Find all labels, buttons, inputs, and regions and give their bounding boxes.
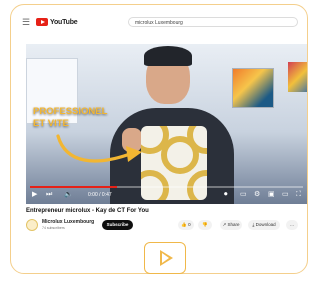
progress-fill: [30, 186, 118, 188]
settings-icon[interactable]: ⚙: [254, 191, 260, 199]
menu-icon[interactable]: ☰: [22, 18, 30, 27]
share-label: Share: [227, 222, 240, 227]
subscribe-button[interactable]: Subscribe: [102, 220, 133, 230]
dislike-button[interactable]: 👎: [198, 220, 212, 230]
like-button[interactable]: 👍 0: [178, 220, 194, 230]
play-video-button-icon[interactable]: [144, 242, 186, 274]
video-player[interactable]: PROFESSIONEL ET VITE: [26, 44, 307, 204]
video-overlay-caption: PROFESSIONEL ET VITE: [33, 106, 108, 129]
fullscreen-icon[interactable]: ⛶: [296, 191, 301, 199]
subscriber-count: 74 subscribers: [42, 226, 65, 230]
captions-icon[interactable]: ▭: [240, 191, 247, 199]
play-icon[interactable]: ▶: [32, 191, 37, 199]
overlay-arrow-icon: [56, 134, 142, 163]
presenter-beanie: [144, 46, 192, 66]
progress-bar[interactable]: [30, 186, 303, 188]
volume-icon[interactable]: 🔈: [64, 191, 73, 199]
like-count: 0: [188, 222, 191, 227]
youtube-wordmark: YouTube: [50, 18, 78, 26]
wall-painting-small: [288, 62, 307, 92]
download-button[interactable]: ⤓ Download: [248, 220, 280, 230]
next-icon[interactable]: ⏭: [46, 191, 52, 199]
time-display: 0:00 / 0:47: [88, 192, 112, 198]
channel-name[interactable]: Microlux Luxembourg: [42, 219, 94, 225]
youtube-play-logo-icon: [36, 18, 48, 26]
youtube-header: ☰ YouTube microlux Luxembourg: [22, 15, 302, 31]
wall-painting: [232, 68, 274, 108]
theater-icon[interactable]: ▭: [282, 191, 289, 199]
autoplay-toggle-icon[interactable]: ⏺: [224, 191, 228, 199]
channel-avatar[interactable]: [26, 219, 38, 231]
youtube-logo[interactable]: YouTube: [36, 18, 78, 26]
share-button[interactable]: ↗ Share: [220, 220, 242, 230]
channel-row: Microlux Luxembourg 74 subscribers Subsc…: [26, 218, 307, 232]
download-label: Download: [255, 222, 276, 227]
more-button[interactable]: …: [286, 220, 298, 230]
miniplayer-icon[interactable]: ▣: [268, 191, 275, 199]
player-controls: ▶ ⏭ 🔈 0:00 / 0:47 ⏺ ▭ ⚙ ▣ ▭ ⛶: [26, 186, 307, 204]
video-title: Entrepreneur microlux - Kay de CT For Yo…: [26, 208, 149, 214]
search-input[interactable]: microlux Luxembourg: [128, 17, 298, 27]
